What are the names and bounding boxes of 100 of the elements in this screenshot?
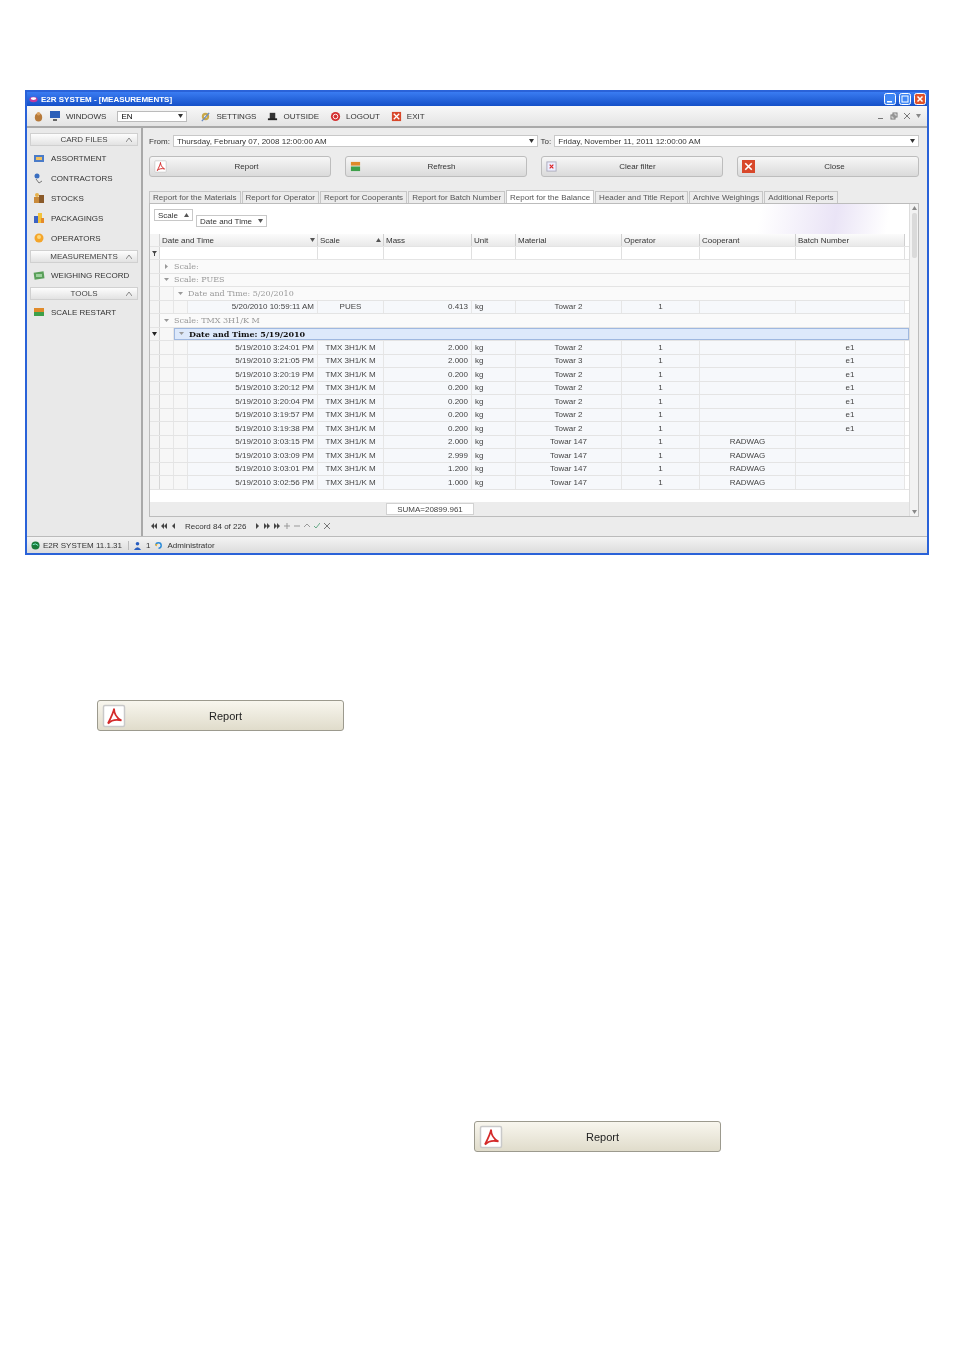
previous-page-icon[interactable]: [161, 523, 167, 529]
close-icon[interactable]: [903, 112, 911, 120]
group-by-chip[interactable]: Scale: [154, 209, 193, 221]
sidebar-item[interactable]: OPERATORS: [27, 228, 141, 248]
hat-icon[interactable]: [267, 110, 279, 122]
group-by-chip[interactable]: Date and Time: [196, 215, 268, 227]
first-record-icon[interactable]: [151, 523, 157, 529]
table-cell: Towar 2: [516, 422, 622, 435]
from-date-field[interactable]: Thursday, February 07, 2008 12:00:00 AM: [172, 135, 538, 147]
column-header[interactable]: Cooperant: [700, 234, 796, 246]
restore-icon[interactable]: [890, 112, 898, 120]
table-cell: TMX 3H1/K M: [318, 368, 384, 381]
dropdown-caret-icon: [178, 114, 184, 118]
toolbar-action-button[interactable]: Refresh: [345, 156, 527, 177]
table-cell: 5/19/2010 3:19:38 PM: [188, 422, 318, 435]
table-cell: TMX 3H1/K M: [318, 449, 384, 462]
coin-icon: [33, 232, 45, 244]
expand-toggle-icon[interactable]: [164, 317, 169, 323]
sidebar-section-header[interactable]: TOOLS: [30, 287, 138, 300]
table-cell: TMX 3H1/K M: [318, 395, 384, 408]
to-date-field[interactable]: Friday, November 11, 2011 12:00:00 AM: [554, 135, 919, 147]
column-header[interactable]: Unit: [472, 234, 516, 246]
table-cell: 1: [622, 341, 700, 354]
last-record-icon[interactable]: [274, 523, 281, 529]
close-icon[interactable]: [390, 110, 402, 122]
vertical-scrollbar[interactable]: [909, 204, 918, 516]
table-cell: 5/19/2010 3:20:04 PM: [188, 395, 318, 408]
from-label: From:: [149, 136, 170, 146]
window-title: E2R SYSTEM - [MEASUREMENTS]: [41, 94, 174, 104]
report-tab[interactable]: Report for Batch Number: [408, 191, 506, 203]
report-tab[interactable]: Report for the Materials: [149, 191, 241, 203]
user-name: Administrator: [167, 540, 215, 550]
column-header[interactable]: Batch Number: [796, 234, 905, 246]
sidebar-item[interactable]: SCALE RESTART: [27, 302, 141, 322]
expand-toggle-icon[interactable]: [179, 331, 184, 337]
sidebar-section-header[interactable]: MEASUREMENTS: [30, 250, 138, 263]
up-icon[interactable]: [304, 523, 311, 529]
sidebar-item[interactable]: CONTRACTORS: [27, 168, 141, 188]
report-button[interactable]: Report: [97, 700, 344, 731]
table-cell: TMX 3H1/K M: [318, 476, 384, 489]
previous-record-icon[interactable]: [171, 523, 177, 529]
sidebar-item[interactable]: STOCKS: [27, 188, 141, 208]
sidebar-item[interactable]: PACKAGINGS: [27, 208, 141, 228]
report-tab[interactable]: Archive Weighings: [689, 191, 764, 203]
report-button[interactable]: Report: [474, 1121, 721, 1152]
table-cell: 0.200: [384, 395, 472, 408]
sidebar-section-header[interactable]: CARD FILES: [30, 133, 138, 146]
plus-icon[interactable]: [284, 523, 291, 529]
bag-icon[interactable]: [33, 110, 44, 122]
table-cell: Towar 2: [516, 368, 622, 381]
column-header[interactable]: Scale: [318, 234, 384, 246]
toolbar-action-button[interactable]: Clear filter: [541, 156, 723, 177]
report-tab[interactable]: Report for Operator: [241, 191, 319, 203]
cancel-icon[interactable]: [324, 523, 331, 529]
close-button[interactable]: [914, 93, 926, 105]
sidebar-item[interactable]: ASSORTMENT: [27, 148, 141, 168]
table-cell: 5/19/2010 3:20:19 PM: [188, 368, 318, 381]
sidebar-item[interactable]: WEIGHING RECORD: [27, 265, 141, 285]
table-cell: kg: [472, 476, 516, 489]
report-tab[interactable]: Report for Cooperants: [319, 191, 408, 203]
dropdown-caret-icon: [528, 139, 534, 143]
maximize-button[interactable]: [899, 93, 911, 105]
windows-menu[interactable]: WINDOWS: [66, 111, 107, 121]
toolbar-action-button[interactable]: Report: [149, 156, 331, 177]
gear-icon[interactable]: [200, 110, 212, 122]
report-tab[interactable]: Additional Reports: [764, 191, 838, 203]
table-cell: 1: [622, 422, 700, 435]
check-icon[interactable]: [314, 523, 321, 529]
stack-icon: [33, 306, 45, 318]
monitor-icon[interactable]: [49, 110, 61, 122]
next-page-icon[interactable]: [264, 523, 271, 529]
table-cell: 0.200: [384, 368, 472, 381]
table-cell: Towar 147: [516, 449, 622, 462]
table-cell: TMX 3H1/K M: [318, 341, 384, 354]
report-tab[interactable]: Report for the Balance: [506, 190, 595, 203]
record-counter: Record 84 of 226: [185, 521, 247, 531]
assortment-icon: [33, 152, 45, 164]
column-header[interactable]: Date and Time: [160, 234, 318, 246]
expand-toggle-icon[interactable]: [164, 263, 169, 269]
column-header[interactable]: Operator: [622, 234, 700, 246]
table-cell: 5/19/2010 3:02:56 PM: [188, 476, 318, 489]
toolbar-button[interactable]: SETTINGS: [216, 111, 257, 121]
column-header[interactable]: Material: [516, 234, 622, 246]
next-record-icon[interactable]: [254, 523, 261, 529]
globe-icon: [31, 540, 40, 550]
report-tab[interactable]: Header and Title Report: [595, 191, 689, 203]
power-icon[interactable]: [330, 110, 341, 122]
toolbar-button[interactable]: LOGOUT: [346, 111, 380, 121]
column-header[interactable]: Mass: [384, 234, 472, 246]
table-cell: Towar 2: [516, 395, 622, 408]
expand-toggle-icon[interactable]: [164, 277, 169, 283]
minimize-button[interactable]: [884, 93, 896, 105]
toolbar-button[interactable]: OUTSIDE: [283, 111, 319, 121]
boxes-icon: [33, 192, 45, 204]
toolbar-action-button[interactable]: Close: [737, 156, 919, 177]
toolbar-button[interactable]: EXIT: [406, 111, 425, 121]
language-dropdown[interactable]: EN: [117, 110, 188, 122]
table-cell: 2.000: [384, 341, 472, 354]
expand-toggle-icon[interactable]: [178, 290, 183, 296]
table-cell: kg: [472, 368, 516, 381]
